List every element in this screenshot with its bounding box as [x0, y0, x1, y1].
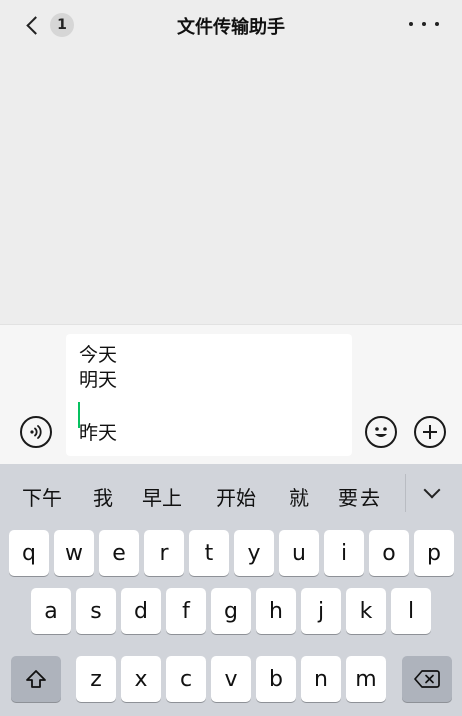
key-b[interactable]: b: [256, 656, 296, 702]
key-i[interactable]: i: [324, 530, 364, 576]
key-g[interactable]: g: [211, 588, 251, 634]
nav-bar: 1 文件传输助手: [0, 0, 462, 50]
key-d[interactable]: d: [121, 588, 161, 634]
shift-icon: [26, 670, 46, 688]
key-n[interactable]: n: [301, 656, 341, 702]
shift-key[interactable]: [11, 656, 61, 702]
more-button[interactable]: [409, 12, 439, 36]
more-dots-icon: [409, 22, 413, 26]
key-j[interactable]: j: [301, 588, 341, 634]
candidate-item[interactable]: 我: [93, 482, 113, 511]
keyboard: 下午 我 早上 开始 就 要 去 q w e r t y u i o p a s…: [0, 464, 462, 716]
key-u[interactable]: u: [279, 530, 319, 576]
input-line: 昨天: [79, 422, 118, 444]
key-c[interactable]: c: [166, 656, 206, 702]
candidate-item[interactable]: 下午: [22, 482, 62, 511]
key-a[interactable]: a: [31, 588, 71, 634]
collapse-candidates-button[interactable]: [423, 484, 439, 500]
key-e[interactable]: e: [99, 530, 139, 576]
message-input[interactable]: 今天 明天 昨天: [66, 334, 352, 456]
more-dots-icon: [422, 22, 426, 26]
key-z[interactable]: z: [76, 656, 116, 702]
page-title: 文件传输助手: [177, 17, 285, 38]
key-x[interactable]: x: [121, 656, 161, 702]
input-line: 明天: [79, 369, 118, 391]
key-o[interactable]: o: [369, 530, 409, 576]
input-bar: 今天 明天 昨天: [0, 324, 462, 464]
backspace-key[interactable]: [402, 656, 452, 702]
plus-button[interactable]: [414, 416, 446, 448]
voice-icon: [30, 425, 42, 439]
key-v[interactable]: v: [211, 656, 251, 702]
key-y[interactable]: y: [234, 530, 274, 576]
emoji-button[interactable]: [365, 416, 397, 448]
key-m[interactable]: m: [346, 656, 386, 702]
key-t[interactable]: t: [189, 530, 229, 576]
key-l[interactable]: l: [391, 588, 431, 634]
key-r[interactable]: r: [144, 530, 184, 576]
more-dots-icon: [435, 22, 439, 26]
input-line: 今天: [79, 344, 118, 366]
key-f[interactable]: f: [166, 588, 206, 634]
key-s[interactable]: s: [76, 588, 116, 634]
candidate-item[interactable]: 去: [360, 482, 406, 512]
backspace-icon: [414, 670, 440, 688]
message-list[interactable]: [0, 50, 462, 324]
voice-button[interactable]: [20, 416, 52, 448]
divider: [405, 474, 406, 512]
candidate-text: 去: [360, 486, 380, 510]
key-k[interactable]: k: [346, 588, 386, 634]
candidate-bar: 下午 我 早上 开始 就 要 去: [0, 464, 462, 524]
candidate-item[interactable]: 要: [338, 482, 358, 511]
candidate-item[interactable]: 就: [289, 482, 309, 511]
key-h[interactable]: h: [256, 588, 296, 634]
candidate-item[interactable]: 开始: [216, 482, 256, 511]
candidate-item[interactable]: 早上: [142, 482, 182, 511]
key-w[interactable]: w: [54, 530, 94, 576]
key-q[interactable]: q: [9, 530, 49, 576]
emoji-icon: [375, 427, 387, 437]
key-p[interactable]: p: [414, 530, 454, 576]
